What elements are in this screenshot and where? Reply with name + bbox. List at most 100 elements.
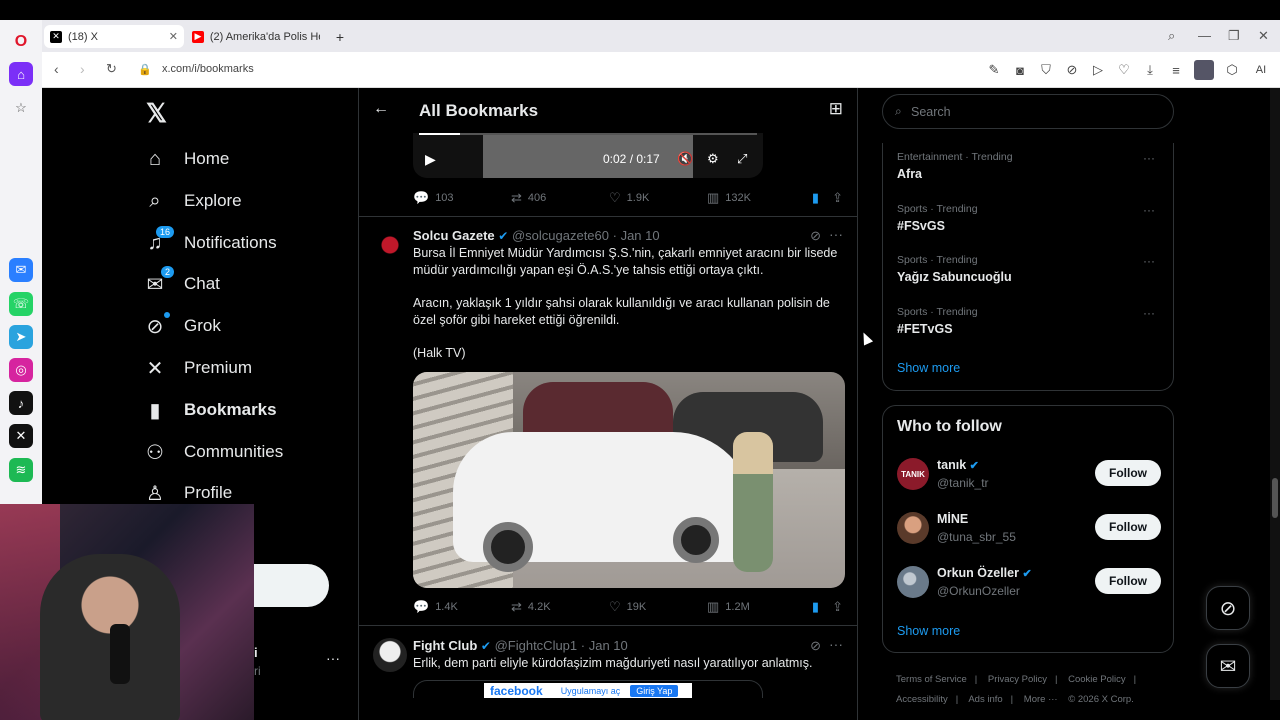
more-icon[interactable]: ··· — [829, 636, 843, 652]
search-box[interactable]: ⌕ Search — [882, 94, 1174, 129]
camera-icon[interactable]: ◙ — [1012, 63, 1028, 78]
share-icon[interactable]: ⇪ — [832, 599, 843, 615]
menu-icon[interactable]: ≡ — [1168, 63, 1184, 78]
more-link[interactable]: More ··· — [1024, 694, 1058, 705]
add-folder-icon[interactable]: ⊞ — [829, 99, 843, 119]
messenger-icon[interactable]: ✉ — [9, 258, 33, 282]
avatar-icon[interactable] — [1194, 60, 1214, 80]
trend-item[interactable]: Sports · Trending #FETvGS ··· — [897, 306, 1161, 336]
home-speed-dial-icon[interactable]: ⌂ — [9, 62, 33, 86]
ads-info-link[interactable]: Ads info — [968, 694, 1002, 705]
avatar[interactable]: TANIK — [897, 458, 929, 490]
views-button[interactable]: ▥ 1.2M — [707, 599, 805, 615]
heart-icon[interactable]: ♡ — [1116, 62, 1132, 78]
video-progress[interactable] — [419, 133, 757, 135]
edit-icon[interactable]: ✎ — [986, 62, 1002, 78]
embedded-card[interactable]: facebook Uygulamayı aç Giriş Yap — [413, 680, 763, 698]
grok-explain-icon[interactable]: ⊘ — [810, 228, 821, 244]
new-tab-button[interactable]: + — [330, 25, 350, 48]
trend-item[interactable]: Entertainment · Trending Afra ··· — [897, 151, 1161, 181]
more-icon[interactable]: ··· — [829, 226, 843, 242]
avatar[interactable] — [373, 638, 407, 672]
follow-button[interactable]: Follow — [1095, 514, 1161, 540]
share-icon[interactable]: ⇪ — [832, 190, 843, 206]
follow-suggestion[interactable]: Orkun Özeller ✔ @OrkunOzeller Follow — [897, 566, 1161, 606]
nav-chat[interactable]: ✉ 2 Chat — [142, 265, 220, 303]
reply-button[interactable]: 💬 103 — [413, 190, 511, 206]
mute-icon[interactable]: 🔇 — [677, 151, 693, 167]
avatar[interactable] — [897, 566, 929, 598]
tab-x[interactable]: ✕ (18) X ✕ — [44, 25, 184, 48]
trend-item[interactable]: Sports · Trending Yağız Sabuncuoğlu ··· — [897, 254, 1161, 284]
repost-button[interactable]: ⇄ 4.2K — [511, 599, 609, 615]
nav-grok[interactable]: ⊘ Grok — [142, 307, 221, 345]
user-handle[interactable]: @OrkunOzeller — [937, 584, 1020, 598]
like-button[interactable]: ♡ 1.9K — [609, 190, 707, 206]
more-icon[interactable]: ··· — [1143, 254, 1155, 268]
x-sidebar-icon[interactable]: ✕ — [9, 424, 33, 448]
vpn-icon[interactable]: ⊘ — [1064, 62, 1080, 78]
whatsapp-icon[interactable]: ☏ — [9, 292, 33, 316]
extensions-icon[interactable]: ⬡ — [1224, 62, 1240, 78]
search-input[interactable]: Search — [911, 105, 951, 119]
author-name[interactable]: Solcu Gazete — [413, 228, 495, 243]
grok-fab-icon[interactable]: ⊘ — [1206, 586, 1250, 630]
cookie-link[interactable]: Cookie Policy — [1068, 674, 1126, 685]
nav-home[interactable]: ⌂ Home — [142, 140, 229, 178]
download-icon[interactable]: ⤓ — [1142, 62, 1158, 78]
avatar[interactable] — [897, 512, 929, 544]
privacy-link[interactable]: Privacy Policy — [988, 674, 1047, 685]
settings-icon[interactable]: ⚙ — [707, 151, 719, 167]
pin-icon[interactable]: ☆ — [9, 96, 33, 120]
tiktok-icon[interactable]: ♪ — [9, 391, 33, 415]
bookmark-filled-icon[interactable]: ▮ — [812, 599, 819, 615]
repost-button[interactable]: ⇄ 406 — [511, 190, 609, 206]
show-more-link[interactable]: Show more — [897, 361, 960, 375]
close-window-icon[interactable]: ✕ — [1258, 28, 1269, 44]
video-player[interactable]: ▶ 0:02 / 0:17 🔇 ⚙ ⤢ — [413, 133, 763, 178]
avatar[interactable] — [373, 228, 407, 262]
play-icon[interactable]: ▶ — [425, 151, 436, 168]
minimize-icon[interactable]: — — [1198, 28, 1211, 43]
author-handle[interactable]: @solcugazete60 — [512, 228, 609, 243]
url-field[interactable]: x.com/i/bookmarks — [162, 63, 254, 75]
follow-suggestion[interactable]: MİNE @tuna_sbr_55 Follow — [897, 512, 1161, 552]
reply-button[interactable]: 💬 1.4K — [413, 599, 511, 615]
like-button[interactable]: ♡ 19K — [609, 599, 707, 615]
messages-fab-icon[interactable]: ✉ — [1206, 644, 1250, 688]
nav-explore[interactable]: ⌕ Explore — [142, 182, 241, 220]
account-handle-partial[interactable]: ri — [254, 664, 261, 678]
opera-logo-icon[interactable]: O — [9, 30, 33, 54]
nav-notifications[interactable]: ♫ 16 Notifications — [142, 224, 277, 262]
tweet-date[interactable]: · Jan 10 — [581, 638, 628, 653]
scrollbar-thumb[interactable] — [1272, 478, 1278, 518]
account-name-partial[interactable]: i — [254, 645, 258, 660]
maximize-icon[interactable]: ❐ — [1228, 28, 1240, 44]
page-scrollbar[interactable] — [1270, 88, 1280, 700]
telegram-icon[interactable]: ➤ — [9, 325, 33, 349]
user-name[interactable]: tanık ✔ — [937, 458, 979, 472]
author-handle[interactable]: @FightcClup1 — [495, 638, 578, 653]
show-more-link[interactable]: Show more — [897, 624, 960, 638]
flow-icon[interactable]: ▷ — [1090, 62, 1106, 78]
trend-item[interactable]: Sports · Trending #FSvGS ··· — [897, 203, 1161, 233]
more-icon[interactable]: ··· — [1143, 203, 1155, 217]
tweet-date[interactable]: · Jan 10 — [613, 228, 660, 243]
grok-explain-icon[interactable]: ⊘ — [810, 638, 821, 654]
bookmark-filled-icon[interactable]: ▮ — [812, 190, 819, 206]
more-icon[interactable]: ··· — [1143, 151, 1155, 165]
user-handle[interactable]: @tanik_tr — [937, 476, 989, 490]
terms-link[interactable]: Terms of Service — [896, 674, 967, 685]
nav-communities[interactable]: ⚇ Communities — [142, 433, 283, 471]
follow-suggestion[interactable]: TANIK tanık ✔ @tanik_tr Follow — [897, 458, 1161, 498]
shield-icon[interactable]: ⛉ — [1038, 62, 1054, 78]
author-name[interactable]: Fight Club — [413, 638, 477, 653]
close-tab-icon[interactable]: ✕ — [169, 30, 178, 43]
more-icon[interactable]: ··· — [1143, 306, 1155, 320]
forward-icon[interactable]: › — [80, 61, 85, 77]
tweet-image[interactable] — [413, 372, 845, 588]
follow-button[interactable]: Follow — [1095, 460, 1161, 486]
user-name[interactable]: Orkun Özeller ✔ — [937, 566, 1032, 580]
x-logo-icon[interactable]: 𝕏 — [146, 98, 167, 129]
tab-search-icon[interactable]: ⌕ — [1168, 28, 1175, 44]
